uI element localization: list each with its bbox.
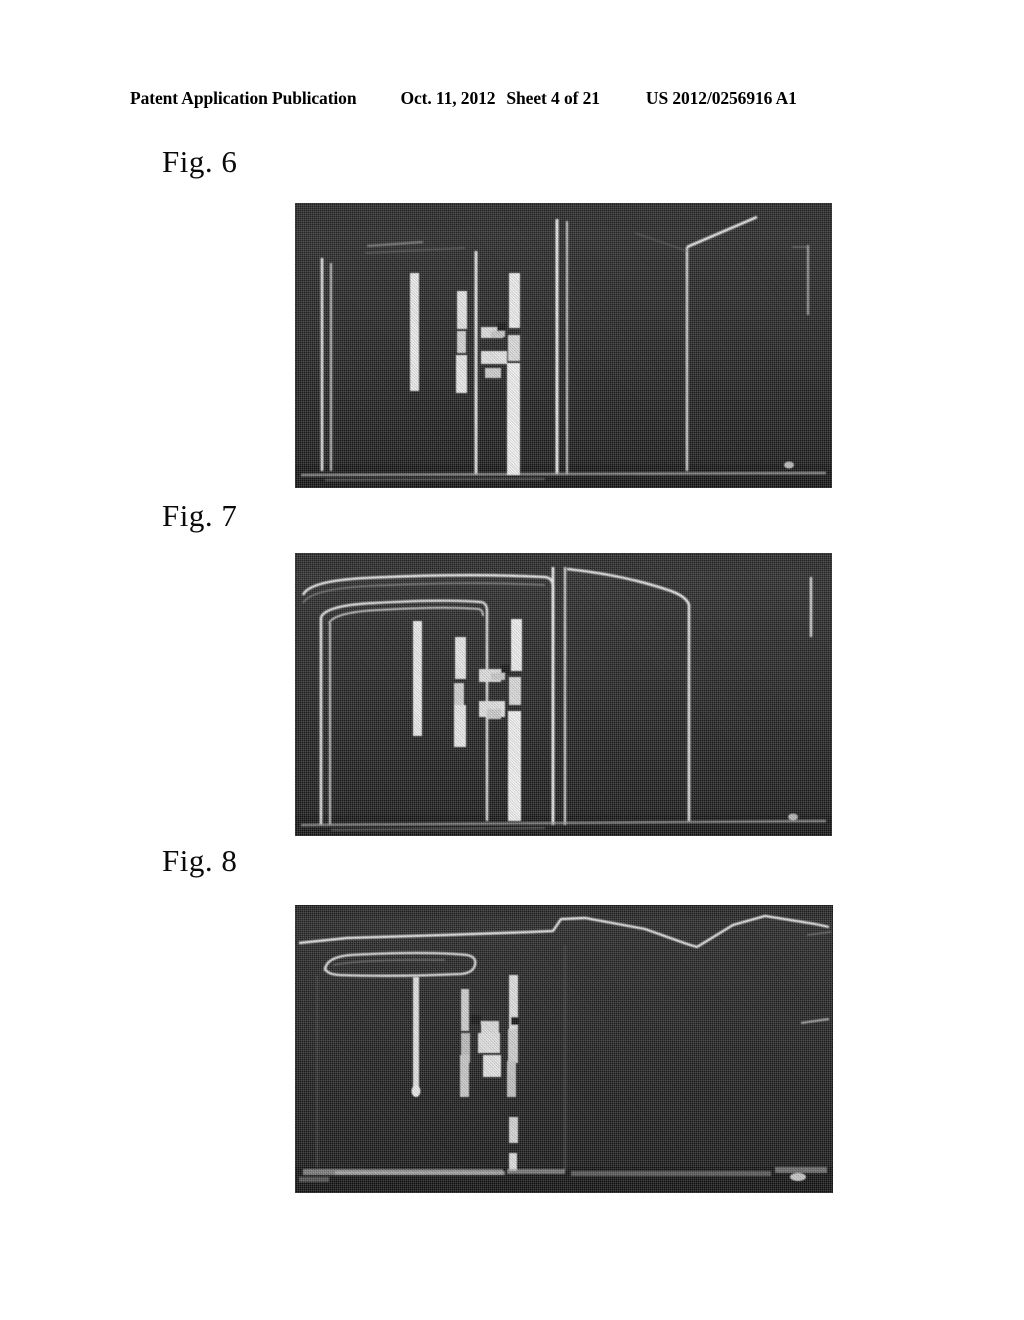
figure-label-7: Fig. 7 xyxy=(162,498,238,533)
figure-label-6: Fig. 6 xyxy=(162,144,238,179)
header-patent-number: US 2012/0256916 A1 xyxy=(645,88,797,108)
header-sheet-number: Sheet 4 of 21 xyxy=(506,88,600,108)
figure-image-6 xyxy=(295,203,832,488)
page-header: Patent Application Publication Oct. 11, … xyxy=(130,88,892,112)
figure-6-scene xyxy=(295,203,832,488)
header-publication-title: Patent Application Publication xyxy=(130,88,357,108)
figure-image-7 xyxy=(295,553,832,836)
figure-8-scene xyxy=(295,905,833,1193)
header-publication-date: Oct. 11, 2012 xyxy=(400,88,496,108)
figure-7-scene xyxy=(295,553,832,836)
figure-label-8: Fig. 8 xyxy=(162,843,238,878)
figure-image-8 xyxy=(295,905,833,1193)
